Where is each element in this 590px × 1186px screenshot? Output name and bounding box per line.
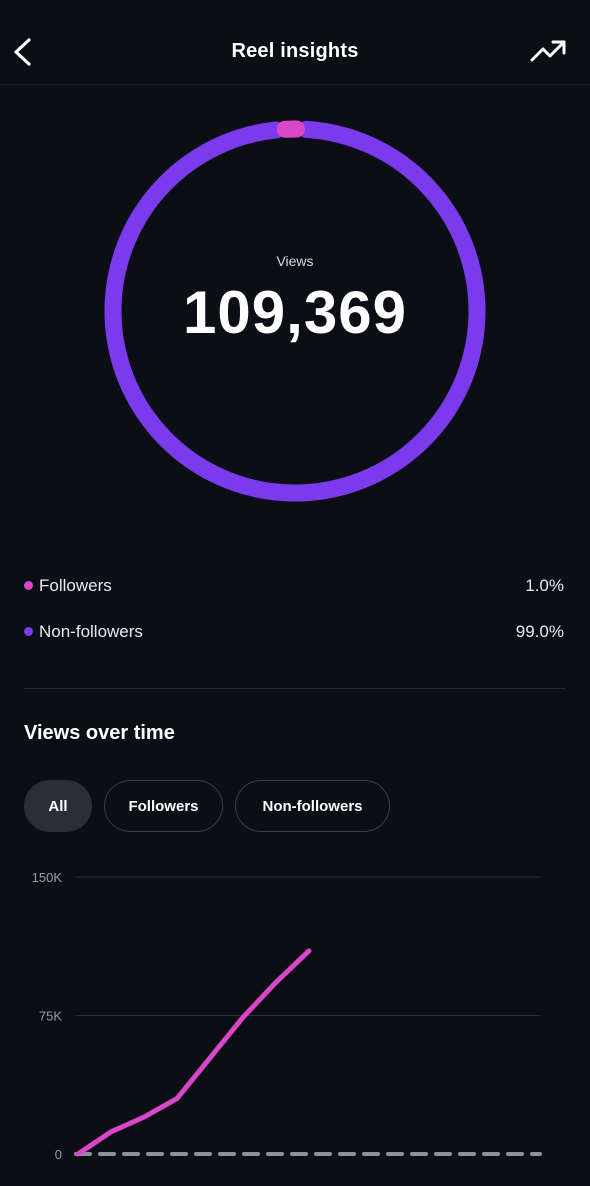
y-tick-label: 150K bbox=[32, 870, 63, 885]
trend-button[interactable] bbox=[530, 38, 568, 66]
followers-dot bbox=[24, 581, 33, 590]
legend-percent: 1.0% bbox=[525, 576, 564, 595]
page-title: Reel insights bbox=[231, 40, 359, 62]
legend-percent: 99.0% bbox=[515, 622, 564, 641]
divider bbox=[24, 688, 565, 689]
legend-row-followers: Followers 1.0% bbox=[24, 574, 564, 598]
legend-label: Non-followers bbox=[39, 622, 143, 641]
non-followers-dot bbox=[24, 627, 33, 636]
filter-all-button[interactable]: All bbox=[24, 780, 92, 832]
filter-followers-button[interactable]: Followers bbox=[104, 780, 223, 832]
series-line-views bbox=[75, 948, 312, 1157]
views-donut-chart: Views 109,369 bbox=[100, 116, 490, 506]
top-bar: Reel insights bbox=[0, 0, 590, 85]
filter-non-followers-button[interactable]: Non-followers bbox=[235, 780, 390, 832]
y-tick-label: 0 bbox=[55, 1147, 62, 1162]
section-title: Views over time bbox=[24, 722, 175, 744]
legend-row-non-followers: Non-followers 99.0% bbox=[24, 620, 564, 644]
legend-label: Followers bbox=[39, 576, 112, 595]
views-over-time-chart: 150K 75K 0 bbox=[32, 870, 542, 1162]
trending-up-icon bbox=[530, 40, 566, 62]
views-count: 109,369 bbox=[183, 279, 407, 346]
y-tick-label: 75K bbox=[39, 1009, 62, 1024]
views-label: Views bbox=[276, 253, 314, 269]
